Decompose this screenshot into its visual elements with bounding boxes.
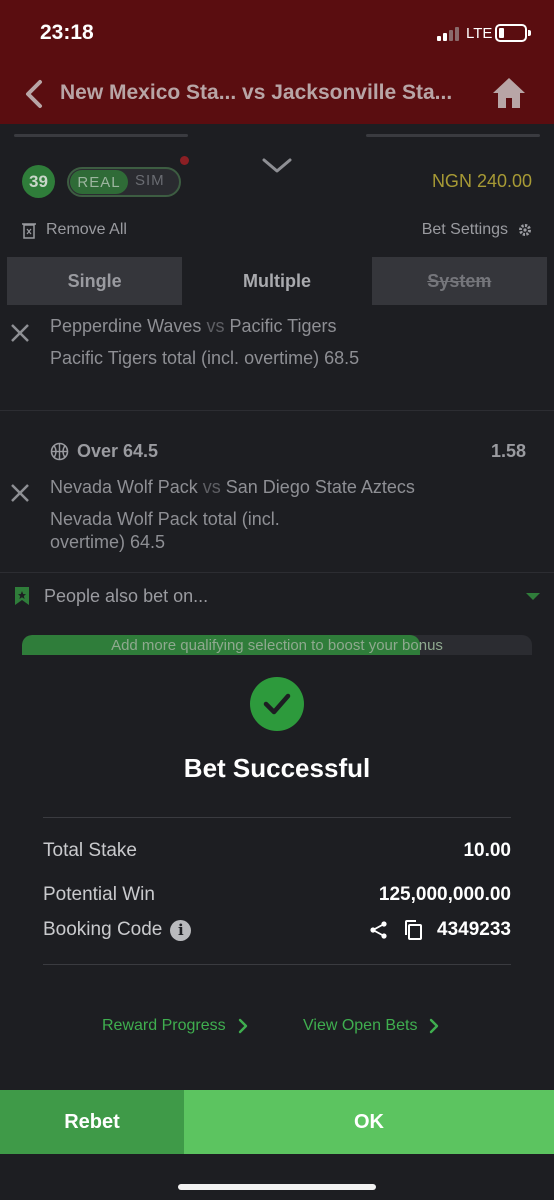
toggle-real-option[interactable]: REAL xyxy=(70,170,128,194)
bookmark-icon xyxy=(15,587,29,605)
signal-icon xyxy=(437,27,459,41)
away-team: Pacific Tigers xyxy=(229,316,337,336)
potential-win-value: 125,000,000.00 xyxy=(378,884,511,905)
bonus-progress-bar: Add more qualifying selection to boost y… xyxy=(22,635,532,655)
people-also-bet-section[interactable]: People also bet on... xyxy=(0,573,554,619)
tab-single-label: Single xyxy=(67,270,122,291)
vs-label: vs xyxy=(206,316,225,336)
bet-success-sheet: Bet Successful Total Stake 10.00 Potenti… xyxy=(0,655,554,1090)
rebet-button[interactable]: Rebet xyxy=(0,1090,184,1154)
bonus-progress-text: Add more qualifying selection to boost y… xyxy=(111,637,443,654)
status-bar: 23:18 LTE xyxy=(0,0,554,64)
selection-match: Pepperdine Waves vs Pacific Tigers xyxy=(50,316,337,337)
real-sim-toggle[interactable]: REAL SIM xyxy=(67,167,181,197)
home-indicator[interactable] xyxy=(178,1184,376,1190)
ok-button[interactable]: OK xyxy=(184,1090,554,1154)
tab-multiple-label: Multiple xyxy=(242,270,311,291)
booking-code-value: 4349233 xyxy=(437,919,511,940)
notification-dot xyxy=(180,156,189,165)
page-title: New Mexico Sta... vs Jacksonville Sta... xyxy=(60,81,453,104)
selection-match: Nevada Wolf Pack vs San Diego State Azte… xyxy=(50,477,415,498)
tab-system-label: System xyxy=(427,270,492,291)
success-check-icon xyxy=(250,677,304,731)
caret-down-icon xyxy=(526,593,540,600)
collapse-slip-button[interactable] xyxy=(260,156,294,176)
drag-handle xyxy=(14,134,188,137)
status-time: 23:18 xyxy=(40,21,94,44)
home-team: Nevada Wolf Pack xyxy=(50,477,198,497)
chevron-down-icon xyxy=(262,158,292,173)
tab-multiple[interactable]: Multiple xyxy=(189,257,365,305)
remove-selection-button[interactable] xyxy=(10,483,30,503)
home-team: Pepperdine Waves xyxy=(50,316,202,336)
chevron-right-icon xyxy=(238,1018,247,1034)
potential-win-label: Potential Win xyxy=(43,884,155,905)
toggle-sim-option[interactable]: SIM xyxy=(135,172,165,189)
booking-code-row-label: Booking Code i xyxy=(43,919,192,941)
remove-all-button[interactable]: Remove All xyxy=(22,221,127,239)
chevron-right-icon xyxy=(430,1018,439,1034)
drag-handle xyxy=(366,134,540,137)
view-open-bets-label: View Open Bets xyxy=(303,1017,418,1034)
remove-all-label: Remove All xyxy=(46,221,127,238)
vs-label: vs xyxy=(202,477,221,497)
view-open-bets-link[interactable]: View Open Bets xyxy=(303,1017,439,1035)
remove-selection-button[interactable] xyxy=(10,323,30,343)
tab-single[interactable]: Single xyxy=(7,257,183,305)
selection-count-badge: 39 xyxy=(22,165,55,198)
reward-progress-link[interactable]: Reward Progress xyxy=(102,1017,248,1035)
app-header: New Mexico Sta... vs Jacksonville Sta... xyxy=(0,64,554,124)
share-icon[interactable] xyxy=(369,920,389,940)
divider xyxy=(43,817,511,818)
copy-icon[interactable] xyxy=(403,919,423,941)
back-button[interactable] xyxy=(20,78,50,110)
booking-code-row-value: 4349233 xyxy=(369,919,511,941)
basketball-icon xyxy=(50,442,69,461)
chevron-left-icon xyxy=(26,80,42,108)
tab-system[interactable]: System xyxy=(371,257,547,305)
selection-item: Pepperdine Waves vs Pacific Tigers Pacif… xyxy=(0,305,554,411)
people-also-bet-label: People also bet on... xyxy=(44,586,209,606)
info-icon[interactable]: i xyxy=(170,919,192,941)
bet-settings-label: Bet Settings xyxy=(421,221,508,238)
network-label: LTE xyxy=(466,25,493,42)
home-icon xyxy=(493,78,525,108)
battery-icon xyxy=(495,24,531,42)
booking-code-label: Booking Code xyxy=(43,919,163,940)
bet-type-tabs: Single Multiple System xyxy=(7,257,547,305)
bet-settings-button[interactable]: Bet Settings xyxy=(422,221,532,239)
gear-icon xyxy=(519,224,531,236)
divider xyxy=(43,964,511,965)
home-indicator-area xyxy=(0,1154,554,1200)
betslip-panel: 39 REAL SIM NGN 240.00 Remove All Bet Se… xyxy=(0,124,554,655)
selection-detail: Nevada Wolf Pack total (incl. overtime) … xyxy=(50,509,280,552)
selection-market: Over 64.5 xyxy=(50,441,158,462)
total-stake-label: Total Stake xyxy=(43,840,137,861)
trash-icon xyxy=(22,222,36,239)
away-team: San Diego State Aztecs xyxy=(225,477,415,497)
selection-detail: Pacific Tigers total (incl. overtime) 68… xyxy=(50,348,360,368)
reward-progress-label: Reward Progress xyxy=(102,1017,226,1034)
home-button[interactable] xyxy=(490,74,528,112)
market-label: Over 64.5 xyxy=(77,441,159,461)
selection-item: Over 64.5 1.58 Nevada Wolf Pack vs San D… xyxy=(0,411,554,573)
account-balance: NGN 240.00 xyxy=(431,171,532,191)
success-title: Bet Successful xyxy=(183,753,371,783)
total-stake-value: 10.00 xyxy=(463,840,511,861)
selection-odds: 1.58 xyxy=(490,441,526,461)
